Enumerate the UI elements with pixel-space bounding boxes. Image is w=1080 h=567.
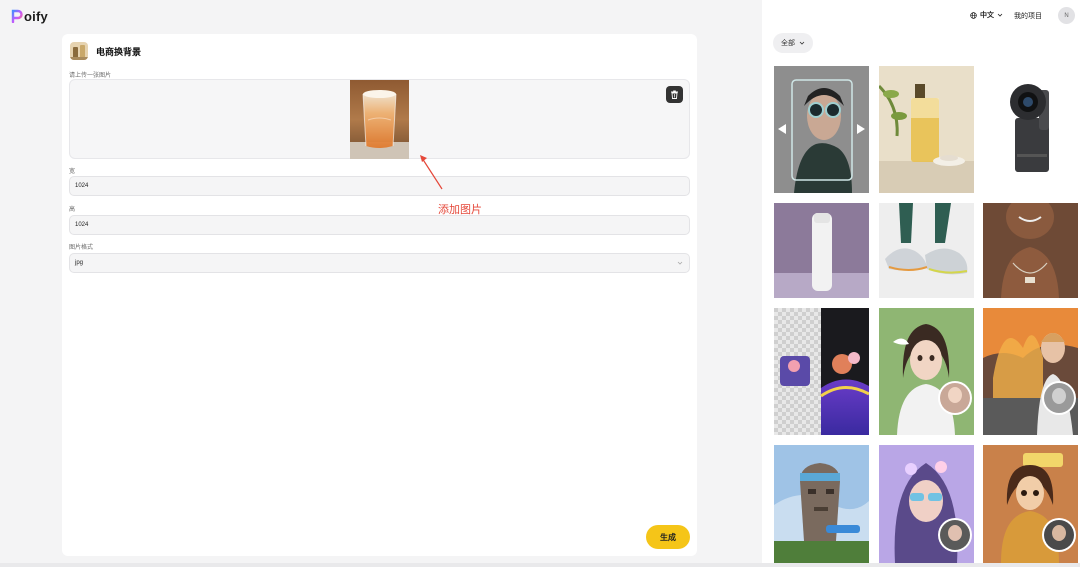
image-upload-area[interactable] <box>69 79 690 159</box>
category-filter-dropdown[interactable]: 全部 <box>773 33 813 53</box>
globe-icon <box>970 11 977 19</box>
annotation-arrow-icon <box>420 155 443 190</box>
user-avatar[interactable]: N <box>1058 7 1075 24</box>
format-select[interactable]: jpg <box>69 253 690 273</box>
bottom-border <box>0 563 1080 567</box>
gallery-item-webcam-device[interactable] <box>983 66 1078 193</box>
gallery-item-purple-hair-woman[interactable] <box>879 445 974 563</box>
logo-icon <box>11 9 23 23</box>
gallery-item-background-removal[interactable] <box>774 308 869 435</box>
workflow-thumbnail <box>70 42 88 60</box>
annotation-label: 添加图片 <box>438 204 482 216</box>
width-label: 宽 <box>69 169 76 175</box>
my-projects-link[interactable]: 我的项目 <box>1014 11 1042 21</box>
chevron-down-icon <box>799 41 805 45</box>
filter-label: 全部 <box>781 40 795 47</box>
generate-button[interactable]: 生成 <box>646 525 690 549</box>
chevron-down-icon <box>997 13 1003 17</box>
gallery-item-fire-scene-faceswap[interactable] <box>983 308 1078 435</box>
height-label: 高 <box>69 207 76 213</box>
language-switcher[interactable]: 中文 <box>970 10 1003 20</box>
app-logo[interactable]: oify <box>11 8 48 24</box>
format-label: 图片格式 <box>69 245 94 251</box>
top-nav: 中文 我的项目 N <box>762 0 1080 30</box>
trash-icon <box>671 90 678 99</box>
uploaded-image-preview <box>350 80 409 159</box>
gallery-item-necklace-portrait[interactable] <box>983 203 1078 298</box>
gallery-item-serum-bottle[interactable] <box>879 66 974 193</box>
template-gallery-panel: 中文 我的项目 N 全部 <box>762 0 1080 567</box>
card-header: 电商换背景 <box>70 42 141 60</box>
height-input[interactable]: 1024 <box>69 215 690 235</box>
gallery-item-girl-with-bird[interactable] <box>879 308 974 435</box>
chevron-down-icon <box>677 261 683 265</box>
card-title: 电商换背景 <box>96 46 142 57</box>
language-label: 中文 <box>980 12 994 19</box>
gallery-item-sneakers[interactable] <box>879 203 974 298</box>
workflow-card: 电商换背景 请上传一张图片 宽 1024 高 1024 图片格式 jpg 生成 <box>62 34 697 556</box>
logo-text: oify <box>24 8 48 24</box>
gallery-item-white-bottle[interactable] <box>774 203 869 298</box>
gallery-item-cartoon-girl[interactable] <box>983 445 1078 563</box>
gallery-item-goggles-face-swap[interactable] <box>774 66 869 193</box>
gallery-item-moai-figure[interactable] <box>774 445 869 563</box>
delete-image-button[interactable] <box>666 86 683 103</box>
format-select-value: jpg <box>75 260 84 266</box>
upload-label: 请上传一张图片 <box>69 73 112 79</box>
width-input[interactable]: 1024 <box>69 176 690 196</box>
